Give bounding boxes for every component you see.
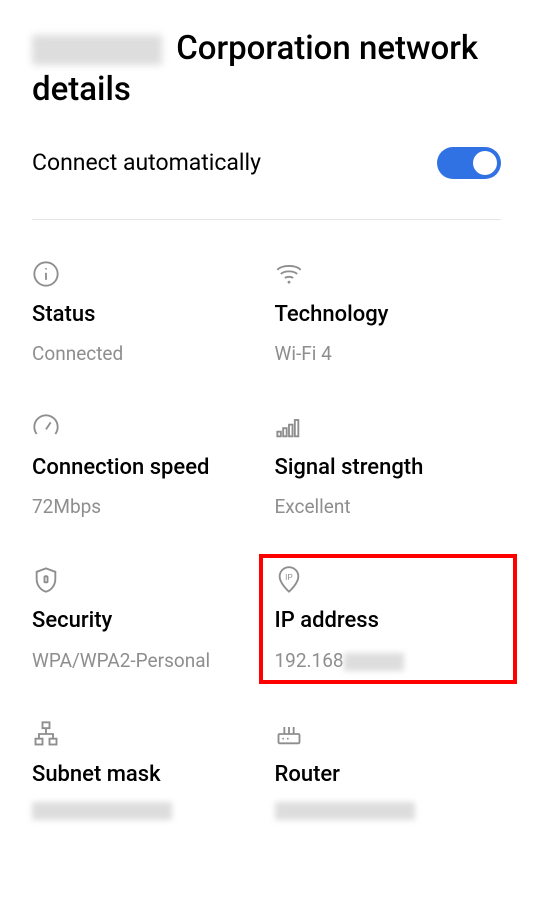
router-value-obscured: [275, 802, 415, 820]
connect-automatically-row: Connect automatically: [32, 147, 501, 220]
router-label: Router: [275, 762, 502, 788]
subnet-mask-item: Subnet mask: [32, 720, 259, 820]
info-icon: [32, 260, 60, 288]
ip-obscured: [344, 653, 404, 671]
details-grid: Status Connected Technology Wi-Fi 4 Conn…: [32, 260, 501, 821]
technology-label: Technology: [275, 302, 502, 328]
page-title: Corporation network details: [32, 28, 501, 111]
security-value: WPA/WPA2-Personal: [32, 649, 259, 672]
network-tree-icon: [32, 720, 60, 748]
signal-bars-icon: [275, 413, 303, 441]
connection-speed-value: 72Mbps: [32, 495, 259, 518]
shield-icon: [32, 566, 60, 594]
network-name-obscured: [32, 35, 162, 65]
security-label: Security: [32, 608, 259, 634]
technology-value: Wi-Fi 4: [275, 342, 502, 365]
connect-automatically-toggle[interactable]: [437, 147, 501, 179]
security-item: Security WPA/WPA2-Personal: [32, 566, 259, 671]
status-label: Status: [32, 302, 259, 328]
svg-text:IP: IP: [285, 573, 293, 582]
ip-address-item: IP IP address 192.168: [275, 566, 502, 671]
ip-address-value: 192.168: [275, 649, 502, 672]
connection-speed-label: Connection speed: [32, 455, 259, 481]
ip-pin-icon: IP: [275, 566, 303, 594]
signal-strength-value: Excellent: [275, 495, 502, 518]
subnet-mask-value-obscured: [32, 802, 172, 820]
subnet-mask-label: Subnet mask: [32, 762, 259, 788]
signal-strength-item: Signal strength Excellent: [275, 413, 502, 518]
connect-automatically-label: Connect automatically: [32, 149, 261, 176]
connection-speed-item: Connection speed 72Mbps: [32, 413, 259, 518]
status-value: Connected: [32, 342, 259, 365]
speed-icon: [32, 413, 60, 441]
technology-item: Technology Wi-Fi 4: [275, 260, 502, 365]
router-icon: [275, 720, 303, 748]
router-item: Router: [275, 720, 502, 820]
ip-address-label: IP address: [275, 608, 502, 634]
wifi-icon: [275, 260, 303, 288]
status-item: Status Connected: [32, 260, 259, 365]
signal-strength-label: Signal strength: [275, 455, 502, 481]
